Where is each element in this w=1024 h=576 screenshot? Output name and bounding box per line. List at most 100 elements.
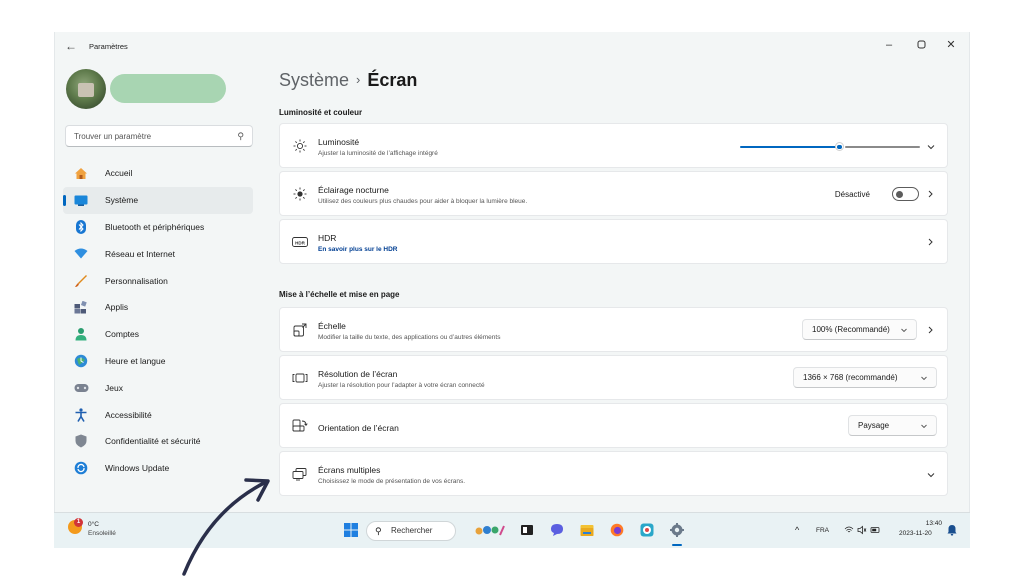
brightness-subtitle: Ajuster la luminosité de l’affichage int… [318,150,438,157]
avatar[interactable] [66,69,106,109]
multiple-displays-card[interactable]: Écrans multiples Choisissez le mode de p… [279,451,948,496]
accessibility-icon [73,407,89,422]
orientation-dropdown[interactable]: Paysage [848,415,937,436]
chevron-down-icon [921,376,927,381]
bluetooth-icon [73,219,89,234]
sidebar-item-label: Accessibilité [105,409,152,420]
windows-update-icon [73,461,89,475]
multiple-displays-title: Écrans multiples [318,465,381,475]
settings-search-box[interactable]: ⚲ [65,125,253,147]
resolution-dropdown[interactable]: 1366 × 768 (recommandé) [793,367,937,388]
scale-card[interactable]: Échelle Modifier la taille du texte, des… [279,307,948,352]
breadcrumb-parent[interactable]: Système [279,70,349,90]
clock-time[interactable]: 13:40 [912,520,942,527]
sidebar-item-label: Réseau et Internet [105,248,175,259]
chevron-right-icon[interactable] [925,188,935,200]
sidebar-item-label: Comptes [105,329,140,340]
night-light-card[interactable]: Éclairage nocturne Utilisez des couleurs… [279,171,948,216]
system-icon [73,193,89,207]
night-light-state: Désactivé [834,190,870,199]
breadcrumb: Système › Écran [279,70,417,91]
sidebar-item-label: Confidentialité et sécurité [105,436,201,447]
night-light-icon [292,186,308,202]
account-name-redacted [110,74,226,103]
sidebar-item-accessibilite[interactable]: Accessibilité [63,401,253,428]
brush-icon [73,274,89,288]
toggle-knob [896,190,903,198]
weather-notification-badge: 1 [74,518,83,527]
brightness-slider-fill [740,145,839,148]
time-language-icon [73,354,89,368]
weather-temperature[interactable]: 0°C [88,521,99,528]
input-language[interactable]: FRA [816,527,829,534]
resolution-title: Résolution de l’écran [318,369,398,379]
taskbar-search[interactable]: ⚲ Rechercher [366,521,456,541]
resolution-card[interactable]: Résolution de l’écran Ajuster la résolut… [279,355,948,400]
weather-description[interactable]: Ensoleillé [88,530,116,537]
sidebar-item-label: Bluetooth et périphériques [105,221,205,232]
sidebar-item-label: Heure et langue [105,355,166,366]
scale-title: Échelle [318,321,346,331]
sidebar-item-accueil[interactable]: Accueil [63,160,253,187]
hdr-card[interactable]: HDR HDR En savoir plus sur le HDR [279,219,948,264]
apps-icon [73,300,89,314]
gamepad-icon [73,381,89,395]
sidebar-nav: Accueil Système Bluetooth et périphériqu… [63,160,253,482]
sidebar-item-personnalisation[interactable]: Personnalisation [63,267,253,294]
chat-icon[interactable] [550,523,564,537]
brightness-slider[interactable] [740,142,920,151]
brightness-title: Luminosité [318,137,360,147]
chevron-right-icon[interactable] [925,236,935,248]
scale-subtitle: Modifier la taille du texte, des applica… [318,334,501,341]
section-title-brightness-color: Luminosité et couleur [279,108,363,117]
sidebar-item-label: Windows Update [105,463,170,474]
file-explorer-icon[interactable] [580,523,594,537]
sidebar-item-jeux[interactable]: Jeux [63,374,253,401]
night-light-toggle[interactable] [892,187,919,201]
section-title-scale-layout: Mise à l’échelle et mise en page [279,290,400,299]
clock-date[interactable]: 2023-11-20 [899,530,932,537]
brightness-card[interactable]: Luminosité Ajuster la luminosité de l’af… [279,123,948,168]
task-view-icon[interactable] [520,523,534,537]
start-windows-icon[interactable] [344,523,358,537]
back-arrow-icon[interactable]: ← [65,40,79,52]
sidebar-item-confidentialite[interactable]: Confidentialité et sécurité [63,428,253,455]
firefox-icon[interactable] [610,523,624,537]
chevron-down-icon [901,328,907,333]
hdr-learn-more-link[interactable]: En savoir plus sur le HDR [318,246,397,253]
scale-dropdown[interactable]: 100% (Recommandé) [802,319,917,340]
sidebar-item-comptes[interactable]: Comptes [63,321,253,348]
shield-icon [73,434,89,448]
chevron-right-icon[interactable] [925,324,935,336]
resolution-dropdown-value: 1366 × 768 (recommandé) [803,373,898,382]
tray-status-icons[interactable] [844,525,882,535]
resolution-icon [292,370,308,386]
sidebar-item-bluetooth[interactable]: Bluetooth et périphériques [63,214,253,241]
brightness-slider-track [845,146,920,148]
chevron-down-icon[interactable] [925,470,937,480]
store-app-icon[interactable] [640,523,654,537]
orientation-title: Orientation de l’écran [318,423,399,433]
network-icon [73,247,89,261]
sidebar-item-systeme[interactable]: Système [63,186,253,214]
chevron-down-icon [921,424,927,429]
sidebar-item-applis[interactable]: Applis [63,294,253,321]
sidebar-item-reseau[interactable]: Réseau et Internet [63,240,253,267]
sidebar-item-label: Personnalisation [105,275,168,286]
app-title: Paramètres [89,42,128,51]
brightness-slider-thumb[interactable] [834,142,844,151]
orientation-card[interactable]: Orientation de l’écran Paysage [279,403,948,448]
tray-overflow-chevron[interactable]: ^ [795,525,799,535]
sidebar-item-label: Accueil [105,168,133,179]
notification-bell-icon[interactable] [947,524,957,536]
multiple-displays-subtitle: Choisissez le mode de présentation de vo… [318,478,466,485]
sidebar-item-label: Applis [105,302,129,313]
widgets-icon[interactable] [474,523,508,537]
search-icon: ⚲ [237,131,244,141]
sidebar-item-heure-langue[interactable]: Heure et langue [63,348,253,375]
chevron-down-icon[interactable] [925,142,937,152]
settings-search-input[interactable] [66,126,226,147]
breadcrumb-separator: › [356,72,361,87]
settings-gear-icon[interactable] [670,523,684,537]
accounts-icon [73,327,89,341]
